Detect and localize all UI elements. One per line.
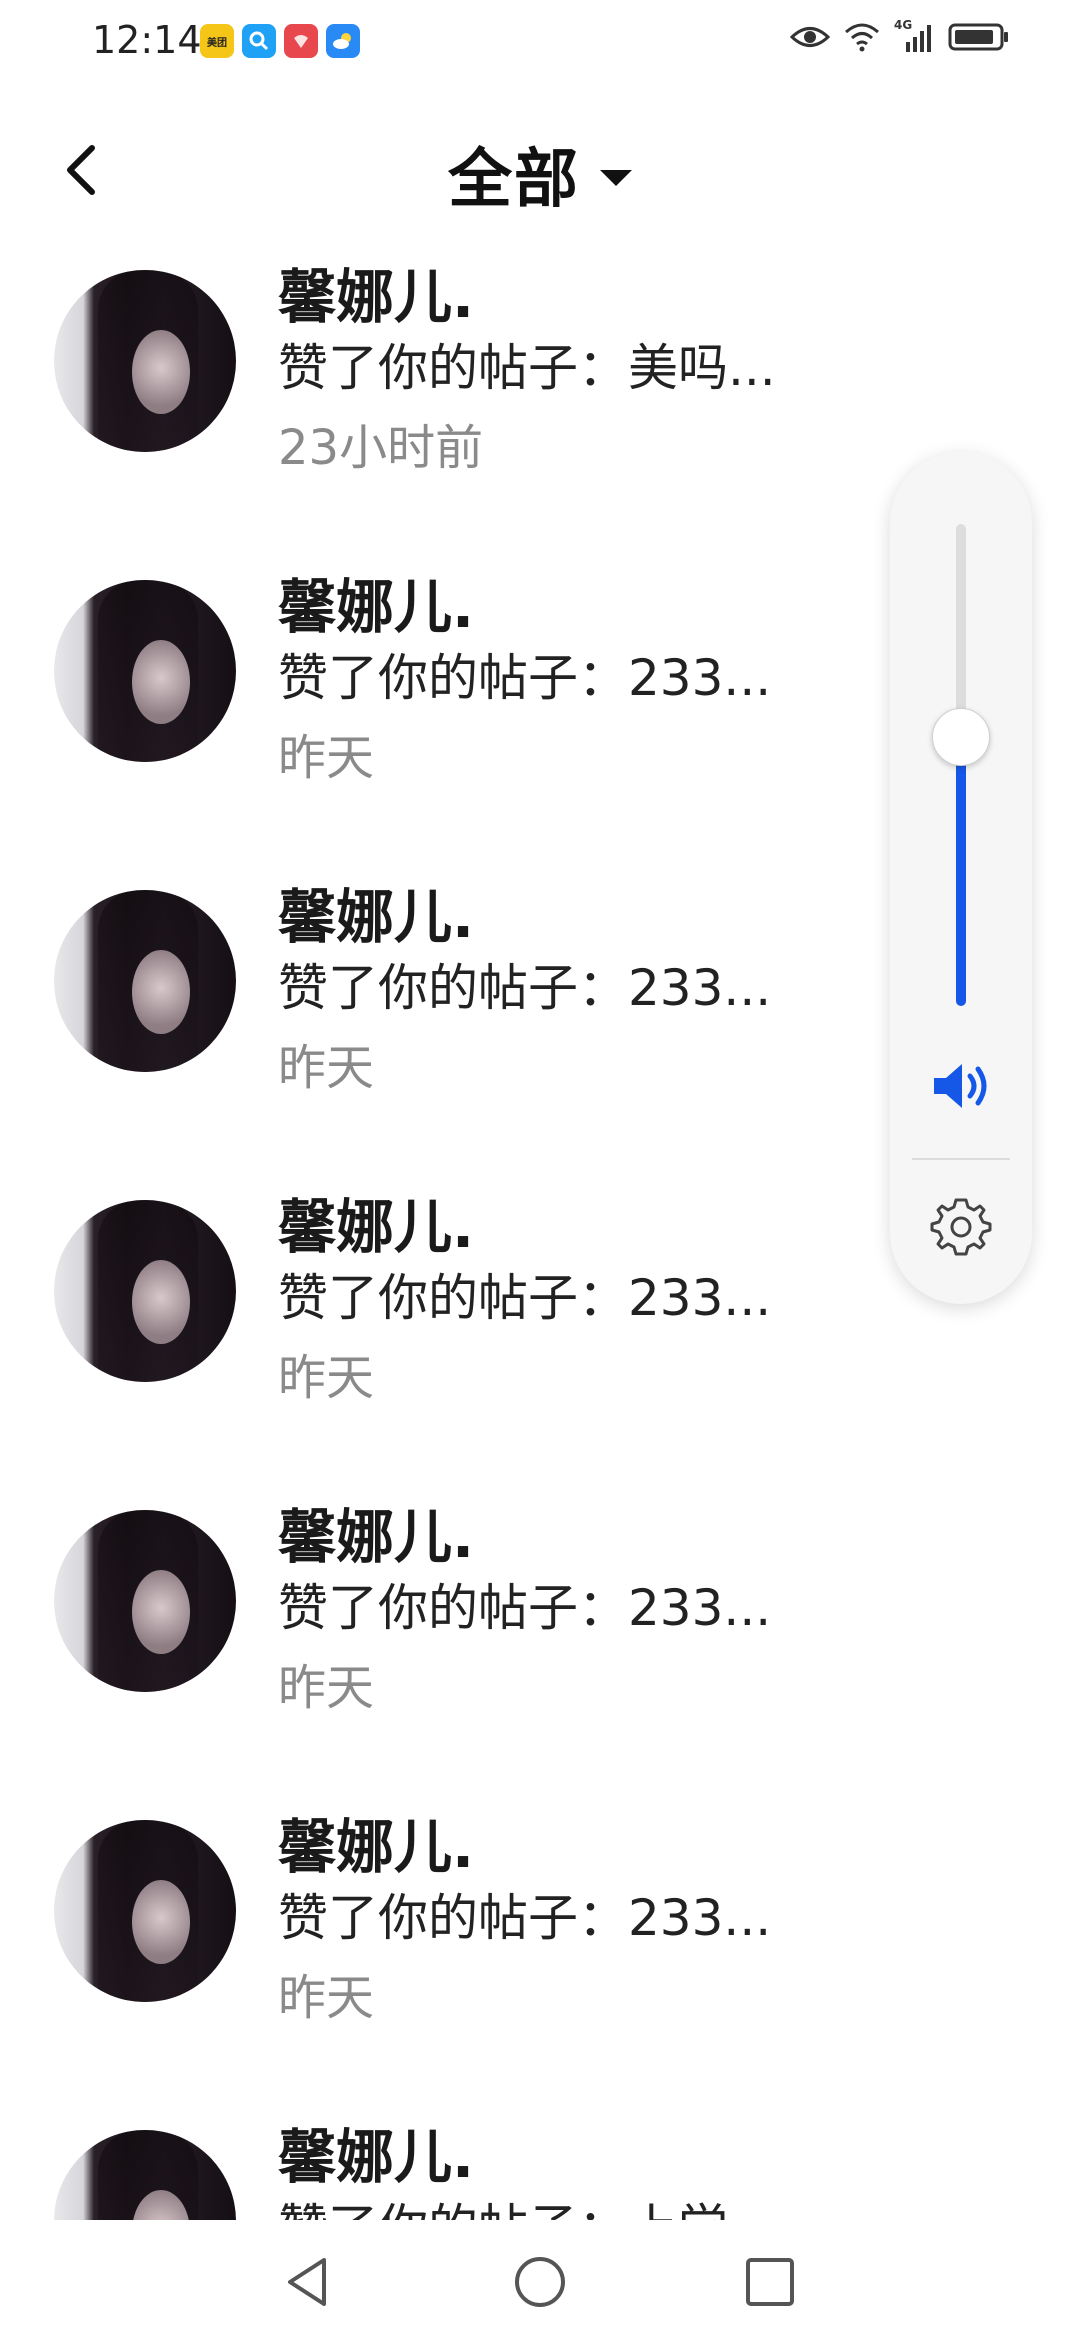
action-text: 赞了你的帖子：233... [278, 1269, 772, 1327]
nav-home-icon[interactable] [512, 2254, 568, 2310]
gear-icon[interactable] [928, 1194, 994, 1260]
volume-panel [890, 452, 1032, 1304]
user-name[interactable]: 馨娜儿. [278, 2110, 474, 2194]
user-name[interactable]: 馨娜儿. [278, 250, 474, 334]
user-name[interactable]: 馨娜儿. [278, 870, 474, 954]
huawei-app-icon [284, 24, 318, 58]
weather-app-icon [326, 24, 360, 58]
action-text: 赞了你的帖子：233... [278, 959, 772, 1017]
avatar[interactable] [54, 580, 236, 762]
volume-slider-fill [956, 736, 966, 1006]
user-name[interactable]: 馨娜儿. [278, 1800, 474, 1884]
avatar[interactable] [54, 270, 236, 452]
user-name[interactable]: 馨娜儿. [278, 1490, 474, 1574]
avatar[interactable] [54, 890, 236, 1072]
cellular-signal-icon: 4G [894, 18, 934, 52]
avatar[interactable] [54, 1510, 236, 1692]
timestamp: 昨天 [278, 1350, 375, 1406]
action-text: 赞了你的帖子：美吗... [278, 339, 776, 397]
timestamp: 昨天 [278, 1040, 375, 1096]
timestamp: 昨天 [278, 730, 375, 786]
system-icons: 4G [790, 18, 1010, 52]
nav-back-icon[interactable] [280, 2254, 336, 2310]
page-title: 全部 [448, 143, 580, 217]
notification-item[interactable]: 馨娜儿. 赞了你的帖子：上学 [0, 2100, 1080, 2220]
notification-item[interactable]: 馨娜儿. 赞了你的帖子：233... 昨天 [0, 1790, 1080, 2100]
panel-divider [912, 1158, 1010, 1160]
speaker-volume-icon[interactable] [930, 1060, 992, 1112]
status-time: 12:14 [92, 18, 202, 62]
timestamp: 23小时前 [278, 420, 484, 476]
filter-dropdown[interactable]: 全部 [0, 128, 1080, 220]
navigation-bar [0, 2224, 1080, 2340]
wifi-icon [845, 23, 879, 52]
action-text: 赞了你的帖子：233... [278, 1889, 772, 1947]
action-text: 赞了你的帖子：上学 [278, 2188, 728, 2220]
avatar[interactable] [54, 1200, 236, 1382]
volume-slider-handle[interactable] [932, 708, 990, 766]
eye-icon [790, 27, 830, 47]
avatar[interactable] [54, 2130, 236, 2220]
search-app-icon [242, 24, 276, 58]
caret-down-icon [600, 170, 632, 186]
notification-app-icons: 美团 [200, 24, 360, 58]
battery-icon [948, 23, 1008, 51]
nav-recents-icon[interactable] [742, 2254, 798, 2310]
action-text: 赞了你的帖子：233... [278, 649, 772, 707]
action-text: 赞了你的帖子：233... [278, 1579, 772, 1637]
notification-item[interactable]: 馨娜儿. 赞了你的帖子：233... 昨天 [0, 1480, 1080, 1790]
status-bar: 12:14 美团 4G [0, 0, 1080, 88]
avatar[interactable] [54, 1820, 236, 2002]
meituan-icon: 美团 [200, 24, 234, 58]
timestamp: 昨天 [278, 1970, 375, 2026]
user-name[interactable]: 馨娜儿. [278, 1180, 474, 1264]
user-name[interactable]: 馨娜儿. [278, 560, 474, 644]
header: 全部 [0, 110, 1080, 230]
timestamp: 昨天 [278, 1660, 375, 1716]
